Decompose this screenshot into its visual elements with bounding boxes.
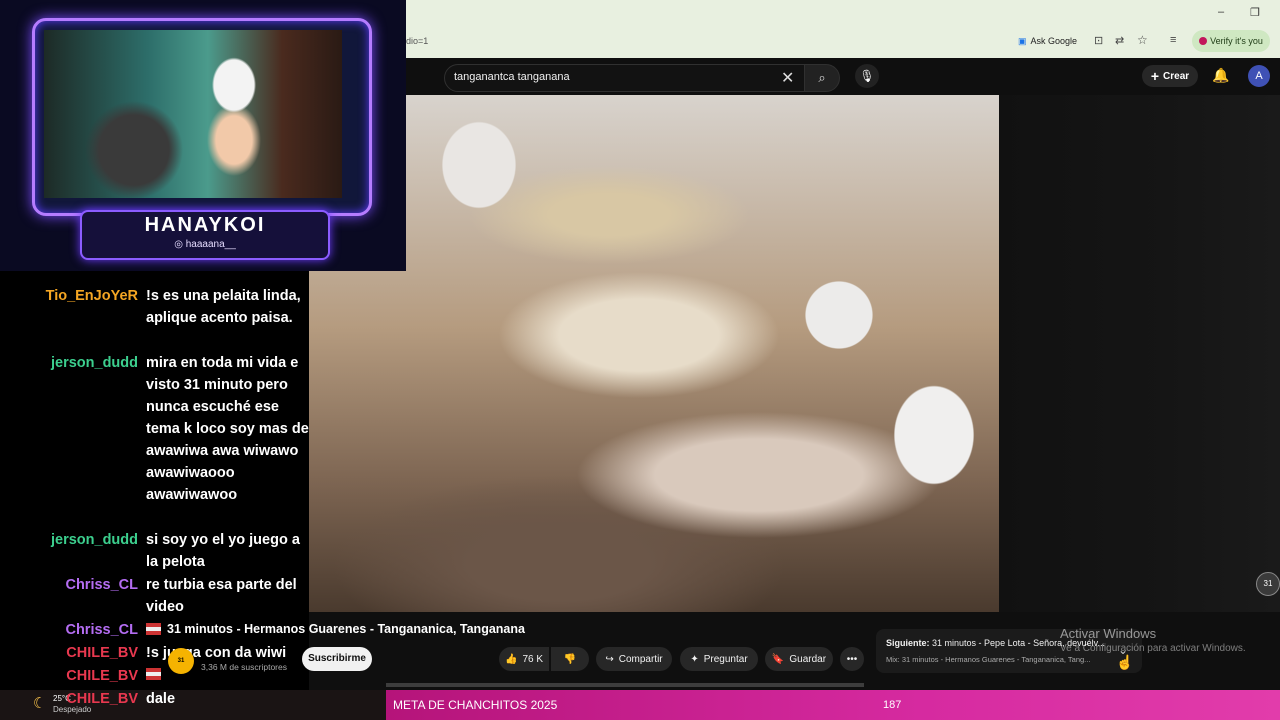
profile-dot-icon	[1199, 37, 1208, 45]
streamer-name: HANAYKOI	[144, 214, 266, 236]
instagram-handle: ◎ haaaana__	[174, 239, 236, 250]
minimize-button[interactable]: –	[1218, 6, 1224, 18]
address-url: dio=1	[406, 36, 429, 46]
search-icon[interactable]: ⌕	[804, 64, 840, 92]
media-icon[interactable]: ≡	[1170, 34, 1176, 46]
star-icon[interactable]: ☆	[1137, 33, 1148, 47]
chat-username: CHILE_BV	[66, 691, 138, 707]
avatar[interactable]: A	[1248, 65, 1270, 87]
progress-bar[interactable]	[386, 683, 864, 687]
chat-username: jerson_dudd	[50, 355, 138, 371]
search-query: tanganantca tanganana	[454, 71, 570, 83]
ask-button[interactable]: ✦ Preguntar	[680, 647, 758, 671]
mic-icon[interactable]: 🎙	[855, 64, 879, 88]
install-icon[interactable]: ⊡	[1094, 34, 1103, 47]
chat-text: re turbia esa parte del video	[146, 577, 297, 615]
goal-label: META DE CHANCHITOS 2025	[393, 698, 558, 712]
chat-username: Tio_EnJoYeR	[45, 288, 138, 304]
chat-username: CHILE_BV	[66, 668, 138, 684]
restore-button[interactable]: ❐	[1250, 6, 1260, 19]
chat-text: mira en toda mi vida e visto 31 minuto p…	[146, 355, 309, 503]
activate-windows-subtitle: Ve a Configuración para activar Windows.	[1060, 643, 1246, 654]
chat-username: CHILE_BV	[66, 645, 138, 661]
streamer-nameplate: HANAYKOI ◎ haaaana__	[80, 210, 330, 260]
sparkle-icon: ✦	[690, 653, 699, 665]
goal-bar: META DE CHANCHITOS 2025 187	[386, 690, 1280, 720]
ask-label: Preguntar	[703, 653, 748, 665]
subscriber-count: 3,36 M de suscriptores	[201, 662, 287, 672]
like-count: 76 K	[522, 653, 544, 665]
dislike-button[interactable]: 👎	[551, 647, 589, 671]
save-button[interactable]: 🔖 Guardar	[765, 647, 833, 671]
chat-text: si soy yo el yo juego a la pelota	[146, 532, 300, 570]
create-button[interactable]: + Crear	[1142, 65, 1198, 87]
translate-icon[interactable]: ⇄	[1115, 34, 1124, 47]
share-button[interactable]: ↪ Compartir	[596, 647, 672, 671]
close-icon[interactable]: ✕	[781, 68, 794, 88]
side-panel	[999, 95, 1280, 625]
flag-icon	[146, 623, 161, 635]
verify-button[interactable]: Verify it's you	[1192, 30, 1270, 52]
more-button[interactable]: •••	[840, 647, 864, 671]
cursor-hand-icon: ☝	[1116, 654, 1134, 670]
next-video-mix: Mix: 31 minutos - Hermanos Guarenes - Ta…	[886, 655, 1091, 664]
subscribe-button[interactable]: Suscribirme	[302, 647, 372, 671]
thumbs-down-icon: 👎	[563, 653, 577, 665]
share-icon: ↪	[605, 653, 614, 665]
thumbs-up-icon: 👍	[504, 653, 518, 665]
verify-label: Verify it's you	[1210, 36, 1263, 46]
like-button[interactable]: 👍 76 K	[499, 647, 549, 671]
chat-username: jerson_dudd	[50, 532, 138, 548]
address-bar[interactable]: dio=1	[406, 32, 1280, 52]
chat-text: !s es una pelaita linda, aplique acento …	[146, 288, 301, 326]
chat-username: Chriss_CL	[65, 622, 138, 638]
stream-overlay: HANAYKOI ◎ haaaana__	[0, 0, 406, 271]
bookmark-icon: 🔖	[771, 653, 785, 665]
plus-icon: +	[1150, 68, 1160, 84]
lens-icon: ▣	[1018, 35, 1027, 46]
chat-message: CHILE_BV dale	[0, 688, 309, 712]
video-player[interactable]	[309, 95, 999, 612]
bell-icon[interactable]: 🔔	[1212, 67, 1229, 84]
video-title: 31 minutos - Hermanos Guarenes - Tangana…	[146, 622, 525, 636]
activate-windows-title: Activar Windows	[1060, 626, 1157, 641]
channel-watermark-icon: 31	[1256, 572, 1280, 596]
create-label: Crear	[1163, 70, 1190, 82]
ask-google-button[interactable]: ▣ Ask Google	[1018, 32, 1077, 50]
share-label: Compartir	[618, 653, 663, 665]
channel-avatar[interactable]: 31 MINUTOS	[168, 648, 196, 690]
chat-text: dale	[146, 691, 176, 707]
save-label: Guardar	[789, 653, 827, 665]
search-input[interactable]: tanganantca tanganana ✕	[444, 64, 806, 92]
chat-username: Chriss_CL	[65, 577, 138, 593]
ask-google-label: Ask Google	[1030, 36, 1078, 46]
webcam-feed	[44, 30, 342, 198]
goal-count: 187	[883, 699, 902, 711]
